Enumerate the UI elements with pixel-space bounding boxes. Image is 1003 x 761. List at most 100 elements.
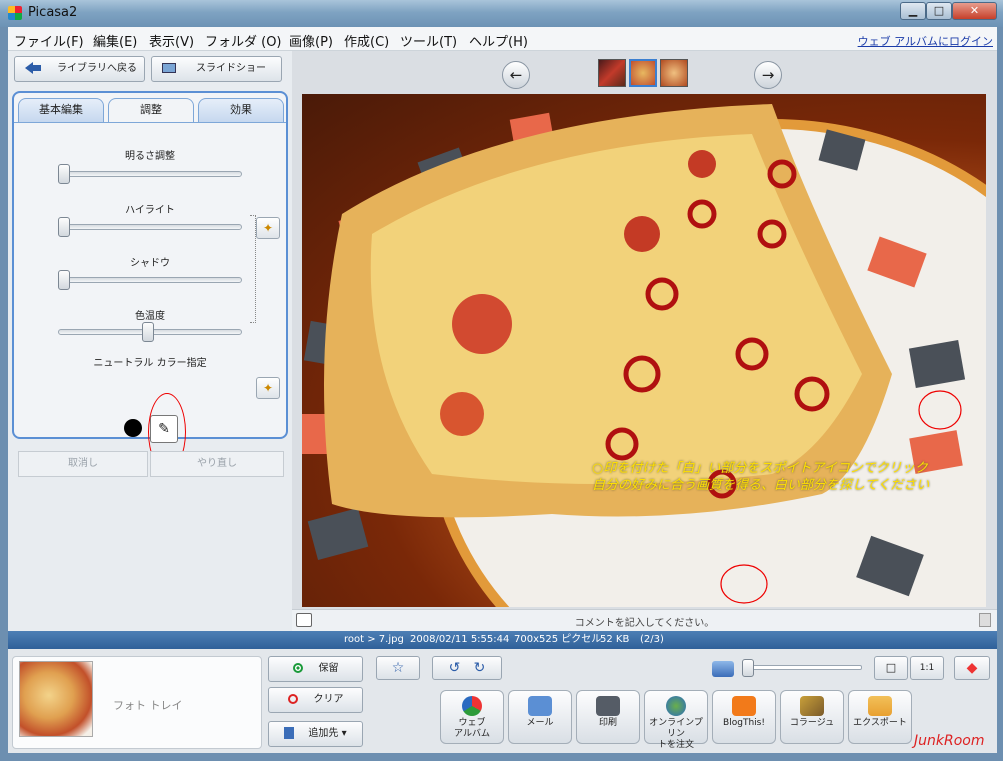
back-arrow-tail-icon: [33, 65, 41, 71]
add-to-button[interactable]: 追加先 ▾: [268, 721, 363, 747]
photo-viewer: ← → ○印を付けた「白」い部分をスポイトアイコンでクリック 自分の好みに合う画…: [292, 51, 997, 631]
print-button[interactable]: 印刷: [576, 690, 640, 744]
email-button[interactable]: メール: [508, 690, 572, 744]
main-photo[interactable]: ○印を付けた「白」い部分をスポイトアイコンでクリック 自分の好みに合う画質を得る…: [302, 94, 986, 607]
globe-icon: [666, 696, 686, 716]
order-prints-label-2: トを注文: [657, 740, 694, 750]
neutral-color-label: ニュートラル カラー指定: [93, 358, 207, 369]
color-pick-button[interactable]: ◆: [954, 656, 990, 680]
caption-line-2: 自分の好みに合う画質を得る、白い部分を探してください: [592, 478, 930, 493]
printer-icon: [596, 696, 620, 716]
brightness-slider-thumb[interactable]: [58, 164, 70, 184]
album-icon: [284, 727, 295, 739]
auto-color-button[interactable]: ✦: [256, 377, 280, 399]
shadow-label: シャドウ: [130, 258, 170, 269]
clear-button[interactable]: クリア: [268, 687, 363, 713]
web-album-button[interactable]: ウェブ アルバム: [440, 690, 504, 744]
clear-label: クリア: [313, 694, 344, 705]
menu-view[interactable]: 表示(V): [149, 31, 194, 50]
neutral-color-swatch: [124, 419, 142, 437]
photo-info-bar: root > 7.jpg 2008/02/11 5:55:44 700x525 …: [8, 631, 997, 649]
hold-button[interactable]: 保留: [268, 656, 363, 682]
slideshow-button[interactable]: スライドショー: [151, 56, 282, 82]
menu-create[interactable]: 作成(C): [344, 31, 389, 50]
star-button[interactable]: ☆: [376, 656, 420, 680]
comment-bar: コメントを記入してください。: [292, 609, 997, 631]
menu-image[interactable]: 画像(P): [289, 31, 333, 50]
redo-button[interactable]: やり直し: [150, 451, 284, 477]
filmstrip-thumbnail-selected[interactable]: [629, 59, 657, 87]
previous-photo-button[interactable]: ←: [502, 61, 530, 89]
shadow-slider-thumb[interactable]: [58, 270, 70, 290]
collage-label: コラージュ: [789, 718, 835, 728]
file-date: 2008/02/11 5:55:44: [410, 634, 510, 645]
rotate-buttons[interactable]: ↺ ↻: [432, 656, 502, 680]
zoom-slider-track[interactable]: [746, 665, 862, 670]
slideshow-label: スライドショー: [196, 63, 266, 74]
back-to-library-label: ライブラリへ戻る: [57, 63, 137, 74]
tab-divider: [14, 122, 286, 123]
shadow-slider-track[interactable]: [58, 277, 242, 283]
tray-thumbnail[interactable]: [19, 661, 93, 737]
highlight-slider-track[interactable]: [58, 224, 242, 230]
magic-wand-icon: ✦: [262, 221, 274, 235]
menu-edit[interactable]: 編集(E): [93, 31, 137, 50]
zoom-1to1-button[interactable]: 1:1: [910, 656, 944, 680]
back-arrow-icon: [25, 62, 33, 74]
highlight-label: ハイライト: [125, 205, 175, 216]
picasa-logo-icon: [8, 6, 22, 20]
next-photo-button[interactable]: →: [754, 61, 782, 89]
order-prints-button[interactable]: オンラインプリン トを注文: [644, 690, 708, 750]
color-wheel-icon: ◆: [966, 660, 978, 676]
back-to-library-button[interactable]: ライブラリへ戻る: [14, 56, 145, 82]
pizza-photo-art: [302, 104, 986, 607]
web-album-label-2: アルバム: [454, 729, 490, 739]
file-path: root > 7.jpg: [344, 634, 404, 645]
undo-button[interactable]: 取消し: [18, 451, 148, 477]
hold-label: 保留: [318, 663, 339, 674]
trash-icon[interactable]: [979, 613, 991, 627]
bottom-toolbar: フォト トレイ 保留 クリア 追加先 ▾ ☆ ↺ ↻ □ 1:1 ◆ ウェブ ア…: [8, 649, 997, 753]
photo-caption: ○印を付けた「白」い部分をスポイトアイコンでクリック 自分の好みに合う画質を得る…: [592, 460, 982, 494]
filmstrip-thumbnail[interactable]: [598, 59, 626, 87]
zoom-fit-button[interactable]: □: [874, 656, 908, 680]
auto-contrast-button[interactable]: ✦: [256, 217, 280, 239]
print-label: 印刷: [598, 718, 617, 728]
menu-file[interactable]: ファイル(F): [14, 31, 84, 50]
comment-input[interactable]: コメントを記入してください。: [292, 614, 997, 629]
collage-button[interactable]: コラージュ: [780, 690, 844, 744]
color-temperature-slider-thumb[interactable]: [142, 322, 154, 342]
highlight-slider-thumb[interactable]: [58, 217, 70, 237]
menu-tools[interactable]: ツール(T): [400, 31, 457, 50]
menu-folder[interactable]: フォルダ (O): [205, 31, 282, 50]
maximize-button[interactable]: □: [926, 2, 952, 20]
rotate-left-icon: ↺: [448, 660, 461, 676]
tab-adjust[interactable]: 調整: [108, 98, 194, 123]
filmstrip-thumbnail[interactable]: [660, 59, 688, 87]
blogthis-button[interactable]: BlogThis!: [712, 690, 776, 744]
web-album-login-link[interactable]: ウェブ アルバムにログイン: [858, 33, 993, 49]
order-prints-label: オンラインプリン: [649, 718, 703, 739]
brightness-slider-track[interactable]: [58, 171, 242, 177]
brightness-label: 明るさ調整: [125, 151, 175, 162]
photo-tray: フォト トレイ: [12, 656, 262, 749]
rotate-right-icon: ↻: [473, 660, 486, 676]
web-album-icon: [462, 696, 482, 716]
menu-bar: ファイル(F) 編集(E) 表示(V) フォルダ (O) 画像(P) 作成(C)…: [8, 27, 997, 51]
title-bar: Picasa2 ▁ □ ✕: [0, 0, 1003, 27]
tab-basic-edit[interactable]: 基本編集: [18, 98, 104, 122]
photo-index: (2/3): [640, 634, 664, 645]
export-button[interactable]: エクスポート: [848, 690, 912, 744]
zoom-slider-thumb[interactable]: [742, 659, 754, 677]
web-album-label: ウェブ: [458, 718, 486, 728]
close-button[interactable]: ✕: [952, 2, 997, 20]
edit-sidebar: ライブラリへ戻る スライドショー 基本編集 調整 効果 明るさ調整 ハイライト …: [8, 51, 292, 631]
menu-help[interactable]: ヘルプ(H): [469, 31, 528, 50]
tab-effects[interactable]: 効果: [198, 98, 284, 122]
file-size: 52 KB: [600, 634, 630, 645]
star-icon: ☆: [391, 660, 405, 676]
minimize-button[interactable]: ▁: [900, 2, 926, 20]
color-temperature-label: 色温度: [135, 311, 165, 322]
email-icon: [528, 696, 552, 716]
watermark-text: JunkRoom: [914, 733, 985, 749]
